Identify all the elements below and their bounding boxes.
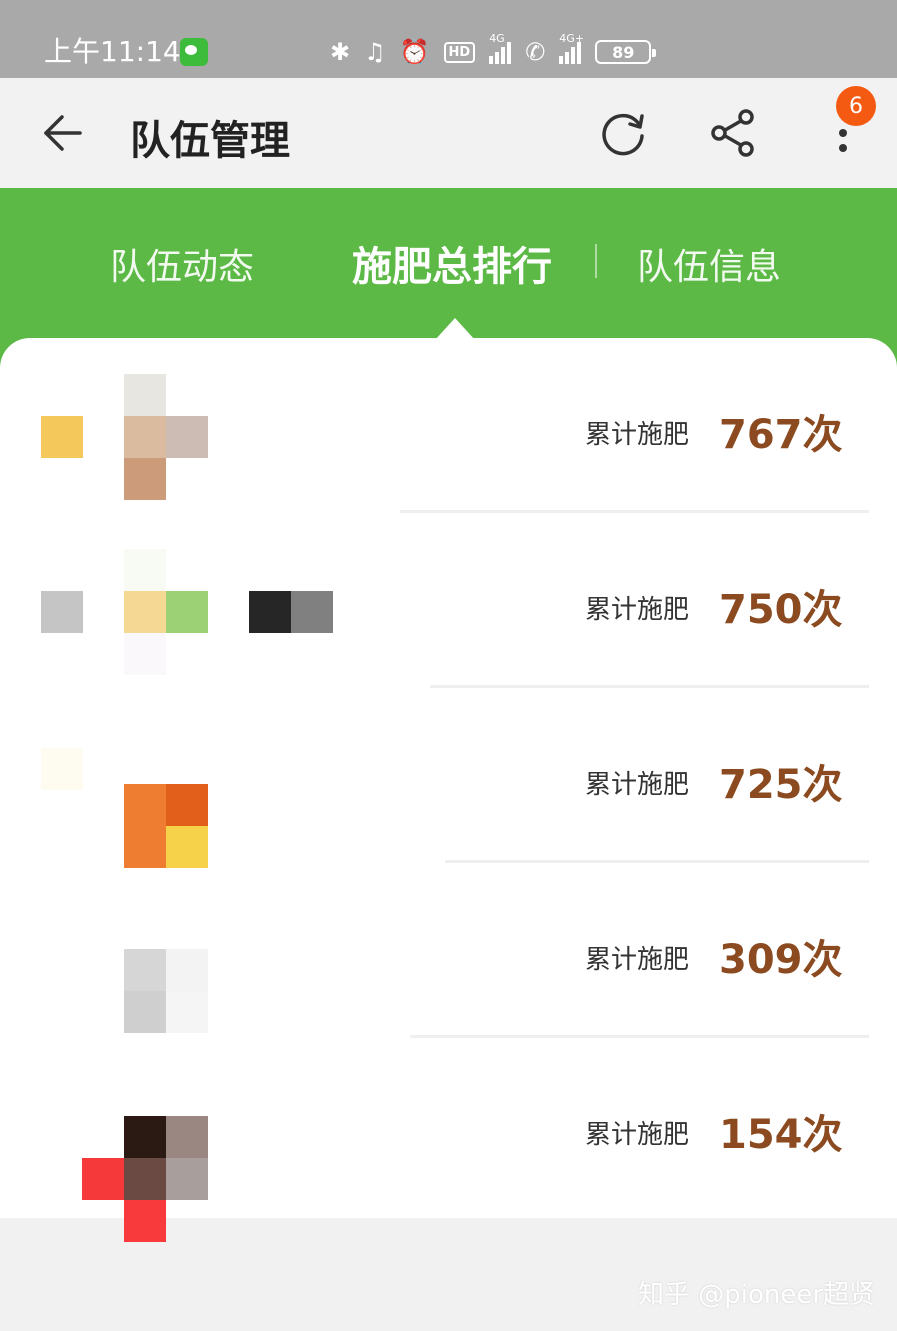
- refresh-icon[interactable]: [596, 106, 650, 160]
- stat-label: 累计施肥: [585, 595, 690, 625]
- active-tab-indicator: [435, 318, 475, 340]
- call-icon: ✆: [525, 38, 546, 66]
- stat-value: 309次: [719, 937, 843, 983]
- stat-label: 累计施肥: [585, 770, 690, 800]
- stat-label: 累计施肥: [585, 1120, 690, 1150]
- ranking-row[interactable]: 累计施肥 767次: [0, 338, 897, 513]
- app-bar: 队伍管理: [0, 78, 897, 188]
- signal-2-icon: 4G+: [559, 32, 584, 64]
- stat-label: 累计施肥: [585, 945, 690, 975]
- ranking-list: 累计施肥 767次 累计施肥 750次 累计施肥 725次 累计施肥 309次 …: [0, 338, 897, 1242]
- mute-bell-icon: ♫: [364, 38, 386, 66]
- page-title: 队伍管理: [130, 118, 290, 164]
- bluetooth-icon: ✱: [330, 38, 351, 66]
- hd-icon: HD: [443, 41, 476, 63]
- tab-fertilize-ranking[interactable]: 施肥总排行: [352, 234, 552, 292]
- watermark: 知乎 @pioneer超贤: [638, 1280, 876, 1310]
- rank-marker: [41, 416, 83, 458]
- stat-value: 725次: [719, 762, 843, 808]
- back-arrow-icon[interactable]: [38, 108, 88, 158]
- avatar: [124, 549, 208, 675]
- avatar: [82, 1074, 208, 1242]
- ranking-row[interactable]: 累计施肥 750次: [0, 513, 897, 688]
- rank-marker: [41, 748, 83, 790]
- alarm-icon: ⏰: [399, 38, 430, 66]
- rank-marker: [41, 591, 83, 633]
- stat-value: 767次: [719, 412, 843, 458]
- share-icon[interactable]: [706, 106, 760, 160]
- stat-label: 累计施肥: [585, 420, 690, 450]
- notification-badge: 6: [836, 86, 876, 126]
- tab-team-activity[interactable]: 队伍动态: [110, 238, 254, 290]
- tab-team-info[interactable]: 队伍信息: [637, 238, 781, 290]
- ranking-row[interactable]: 累计施肥 725次: [0, 688, 897, 868]
- wechat-icon: [180, 38, 208, 66]
- tab-separator: [595, 244, 597, 278]
- signal-icon: 4G: [489, 32, 512, 64]
- status-bar: 上午11:14 ✱ ♫ ⏰ HD 4G ✆ 4G+ 89: [0, 0, 897, 78]
- status-time: 上午11:14: [44, 35, 181, 68]
- ranking-row[interactable]: 累计施肥 154次: [0, 1038, 897, 1242]
- status-icons: ✱ ♫ ⏰ HD 4G ✆ 4G+ 89: [330, 32, 657, 70]
- stat-value: 750次: [719, 587, 843, 633]
- stat-value: 154次: [719, 1112, 843, 1158]
- avatar: [124, 899, 208, 1033]
- member-name-blurred: [249, 591, 333, 633]
- avatar: [124, 374, 208, 500]
- avatar: [124, 724, 208, 868]
- ranking-row[interactable]: 累计施肥 309次: [0, 863, 897, 1038]
- battery-icon: 89: [595, 40, 657, 64]
